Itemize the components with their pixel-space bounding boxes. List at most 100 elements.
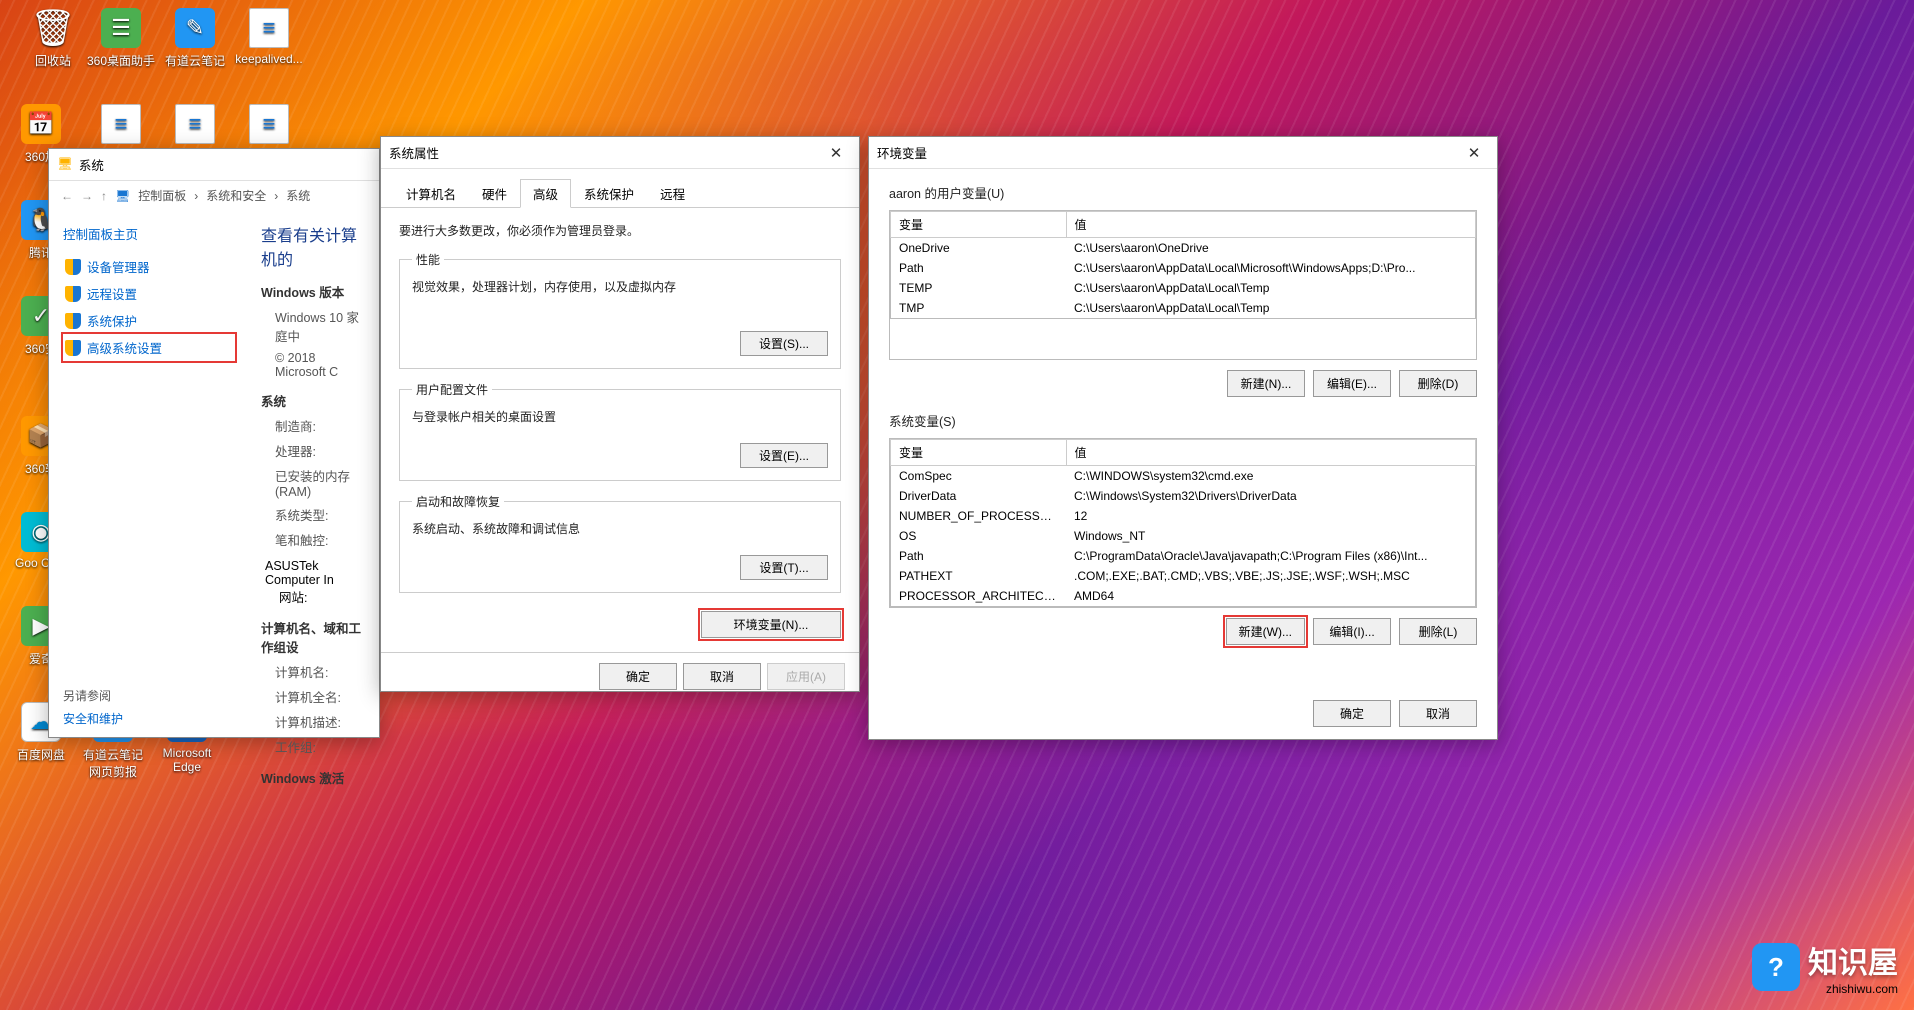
- col-header[interactable]: 变量: [891, 212, 1067, 238]
- icon-label: 360桌面助手: [86, 52, 156, 69]
- desktop-icon[interactable]: ≡: [160, 104, 230, 148]
- breadcrumb-seg[interactable]: 控制面板: [138, 187, 186, 204]
- delete-user-button[interactable]: 删除(D): [1399, 370, 1477, 397]
- table-row[interactable]: PROCESSOR_ARCHITECTUREAMD64: [891, 586, 1476, 607]
- table-row[interactable]: ComSpecC:\WINDOWS\system32\cmd.exe: [891, 466, 1476, 487]
- performance-group: 性能 视觉效果，处理器计划，内存使用，以及虚拟内存 设置(S)...: [399, 251, 841, 369]
- env-cancel-button[interactable]: 取消: [1399, 700, 1477, 727]
- close-icon[interactable]: ✕: [821, 144, 851, 162]
- var-name: OneDrive: [891, 238, 1067, 259]
- ok-button[interactable]: 确定: [599, 663, 677, 690]
- table-row[interactable]: NUMBER_OF_PROCESSORS12: [891, 506, 1476, 526]
- sidebar-title[interactable]: 控制面板主页: [63, 224, 235, 243]
- section-head: Windows 激活: [261, 772, 344, 786]
- var-name: NUMBER_OF_PROCESSORS: [891, 506, 1067, 526]
- table-row[interactable]: OSWindows_NT: [891, 526, 1476, 546]
- user-vars-group: aaron 的用户变量(U) 变量值 OneDriveC:\Users\aaro…: [889, 183, 1477, 397]
- sidebar-item-remote[interactable]: 远程设置: [63, 280, 235, 307]
- startup-settings-button[interactable]: 设置(T)...: [740, 555, 828, 580]
- desktop-icon[interactable]: ≡keepalived...: [234, 8, 304, 66]
- folder-icon: 🖥: [115, 189, 130, 203]
- shield-icon: [65, 313, 81, 329]
- col-header[interactable]: 值: [1066, 212, 1476, 238]
- edit-user-button[interactable]: 编辑(E)...: [1313, 370, 1391, 397]
- sys-vars-table[interactable]: 变量值 ComSpecC:\WINDOWS\system32\cmd.exeDr…: [889, 438, 1477, 608]
- tab-hardware[interactable]: 硬件: [469, 179, 520, 208]
- table-row[interactable]: DriverDataC:\Windows\System32\Drivers\Dr…: [891, 486, 1476, 506]
- var-name: Path: [891, 546, 1067, 566]
- desktop-icon[interactable]: ≡: [234, 104, 304, 148]
- col-header[interactable]: 变量: [891, 440, 1067, 466]
- cancel-button[interactable]: 取消: [683, 663, 761, 690]
- sidebar: 控制面板主页 设备管理器 远程设置 系统保护 高级系统设置 另请参阅 安全和维护: [49, 218, 249, 791]
- close-icon[interactable]: ✕: [1459, 144, 1489, 162]
- security-link[interactable]: 安全和维护: [63, 710, 123, 727]
- table-row[interactable]: OneDriveC:\Users\aaron\OneDrive: [891, 238, 1476, 259]
- name-row: 工作组:: [275, 737, 367, 756]
- var-value: Windows_NT: [1066, 526, 1476, 546]
- table-row[interactable]: TMPC:\Users\aaron\AppData\Local\Temp: [891, 298, 1476, 319]
- desktop-icon[interactable]: ☰ 360桌面助手: [86, 8, 156, 69]
- section-head: 系统: [261, 395, 286, 409]
- copyright-line: © 2018 Microsoft C: [275, 351, 367, 379]
- env-ok-button[interactable]: 确定: [1313, 700, 1391, 727]
- perf-settings-button[interactable]: 设置(S)...: [740, 331, 828, 356]
- env-button-bar: 确定 取消: [1313, 700, 1477, 727]
- var-value: C:\Windows\System32\Drivers\DriverData: [1066, 486, 1476, 506]
- desktop-icon[interactable]: ✎有道云笔记: [160, 8, 230, 69]
- app-icon: ✎: [175, 8, 215, 48]
- profile-text: 与登录帐户相关的桌面设置: [412, 408, 828, 425]
- app-icon: 🗑: [33, 8, 73, 48]
- edit-sys-button[interactable]: 编辑(I)...: [1313, 618, 1391, 645]
- var-value: C:\WINDOWS\system32\cmd.exe: [1066, 466, 1476, 487]
- sidebar-item-advanced[interactable]: 高级系统设置: [63, 334, 235, 361]
- sys-row: 笔和触控:: [275, 530, 367, 549]
- nav-up-icon[interactable]: ↑: [101, 189, 107, 203]
- profile-settings-button[interactable]: 设置(E)...: [740, 443, 828, 468]
- system-window-titlebar[interactable]: 🖥 系统: [49, 149, 379, 181]
- nav-fwd-icon[interactable]: →: [81, 189, 93, 203]
- watermark: ? 知识屋 zhishiwu.com: [1752, 938, 1898, 996]
- breadcrumb-seg[interactable]: 系统和安全: [206, 187, 266, 204]
- table-row[interactable]: PathC:\Users\aaron\AppData\Local\Microso…: [891, 258, 1476, 278]
- shield-icon: [65, 259, 81, 275]
- breadcrumb-seg[interactable]: 系统: [286, 187, 310, 204]
- table-row[interactable]: TEMPC:\Users\aaron\AppData\Local\Temp: [891, 278, 1476, 298]
- var-name: TEMP: [891, 278, 1067, 298]
- breadcrumb[interactable]: ← → ↑ 🖥 控制面板 › 系统和安全 › 系统: [49, 181, 379, 210]
- system-content: 查看有关计算机的 Windows 版本 Windows 10 家庭中 © 201…: [249, 218, 379, 791]
- profile-group: 用户配置文件 与登录帐户相关的桌面设置 设置(E)...: [399, 381, 841, 481]
- profile-legend: 用户配置文件: [412, 381, 492, 398]
- tab-computername[interactable]: 计算机名: [393, 179, 469, 208]
- nav-back-icon[interactable]: ←: [61, 189, 73, 203]
- var-name: Path: [891, 258, 1067, 278]
- env-titlebar[interactable]: 环境变量 ✕: [869, 137, 1497, 169]
- tab-protection[interactable]: 系统保护: [571, 179, 647, 208]
- watermark-sub: zhishiwu.com: [1808, 982, 1898, 996]
- delete-sys-button[interactable]: 删除(L): [1399, 618, 1477, 645]
- sidebar-item-protection[interactable]: 系统保护: [63, 307, 235, 334]
- new-user-button[interactable]: 新建(N)...: [1227, 370, 1305, 397]
- apply-button: 应用(A): [767, 663, 845, 690]
- sys-row: 处理器:: [275, 441, 367, 460]
- app-icon: ☰: [101, 8, 141, 48]
- table-row[interactable]: PathC:\ProgramData\Oracle\Java\javapath;…: [891, 546, 1476, 566]
- tab-advanced[interactable]: 高级: [520, 179, 571, 208]
- site-row: 网站:: [279, 587, 367, 606]
- col-header[interactable]: 值: [1066, 440, 1476, 466]
- var-value: C:\Users\aaron\OneDrive: [1066, 238, 1476, 259]
- tab-remote[interactable]: 远程: [647, 179, 698, 208]
- user-vars-table[interactable]: 变量值 OneDriveC:\Users\aaron\OneDrivePathC…: [889, 210, 1477, 360]
- sys-vars-label: 系统变量(S): [889, 411, 1477, 430]
- sidebar-item-device-manager[interactable]: 设备管理器: [63, 253, 235, 280]
- desktop-icon[interactable]: ≡: [86, 104, 156, 148]
- table-row[interactable]: PATHEXT.COM;.EXE;.BAT;.CMD;.VBS;.VBE;.JS…: [891, 566, 1476, 586]
- new-sys-button[interactable]: 新建(W)...: [1226, 618, 1305, 645]
- app-icon: ≡: [249, 104, 289, 144]
- desktop-icon[interactable]: 🗑回收站: [18, 8, 88, 69]
- section-head: 计算机名、域和工作组设: [261, 622, 361, 655]
- sysprops-titlebar[interactable]: 系统属性 ✕: [381, 137, 859, 169]
- env-variables-button[interactable]: 环境变量(N)...: [701, 611, 841, 638]
- shield-icon: [65, 286, 81, 302]
- var-value: C:\Users\aaron\AppData\Local\Temp: [1066, 298, 1476, 319]
